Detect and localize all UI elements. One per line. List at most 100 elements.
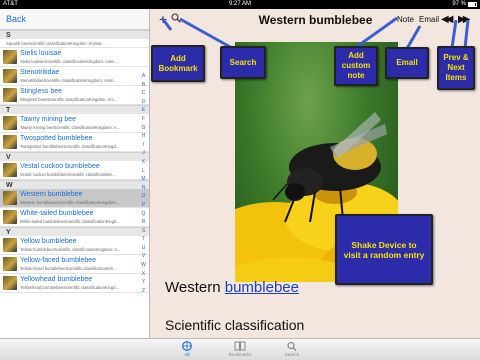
list-item[interactable]: Twospotted bumblebee Twospotted bumblebee… <box>0 133 149 152</box>
list-item-title: Western bumblebee <box>20 191 83 198</box>
list-item-title: Stenotritidae <box>20 69 60 76</box>
entry-thumbnail <box>3 50 17 64</box>
callout-shake-device: Shake Device to visit a random entry <box>335 214 433 285</box>
battery-percent: 97 % <box>452 1 466 7</box>
entry-thumbnail <box>3 163 17 177</box>
index-letter[interactable]: W <box>139 261 148 270</box>
list-item-title: Yellow-faced bumblebee <box>20 257 97 264</box>
list-header: Back <box>0 9 149 30</box>
list-item-title: Vestal cuckoo bumblebee <box>20 163 100 170</box>
tab-bar: All Bookmarks Search <box>0 338 480 360</box>
list-item-title: Tawny mining bee <box>20 116 77 123</box>
tab-all-label: All <box>184 352 190 357</box>
list-item-subtitle: White-tailed bumblebeeScientific classif… <box>20 219 120 224</box>
index-letter[interactable]: V <box>139 252 148 261</box>
list-item-subtitle: Yellowhead bumblebeeScientific classific… <box>20 285 120 290</box>
index-letter[interactable]: Y <box>139 278 148 287</box>
list-item[interactable]: White-tailed bumblebee White-tailed bumbl… <box>0 208 149 227</box>
entry-thumbnail <box>3 88 17 102</box>
index-letter[interactable]: Q <box>139 210 148 219</box>
list-item-title: Yellowhead bumblebee <box>20 276 93 283</box>
bumblebee-link[interactable]: bumblebee <box>225 279 299 296</box>
list-item-subtitle: Vestal cuckoo bumblebeeScientific classi… <box>20 172 116 177</box>
section-header: Y <box>0 227 149 236</box>
status-bar: AT&T 9:27 AM 97 % <box>0 0 480 9</box>
list-item[interactable]: Vestal cuckoo bumblebee Vestal cuckoo bum… <box>0 161 149 180</box>
list-item-title: Twospotted bumblebee <box>20 135 93 142</box>
index-letter[interactable]: E <box>139 106 148 115</box>
index-letter[interactable]: N <box>139 184 148 193</box>
index-letter[interactable]: S <box>139 227 148 236</box>
tab-all[interactable]: All <box>167 341 207 357</box>
entry-list[interactable]: S Squash beeScientific classificationKing… <box>0 30 149 293</box>
callout-add-note: Add custom note <box>334 46 378 86</box>
index-letter[interactable]: K <box>139 158 148 167</box>
entry-thumbnail <box>3 135 17 149</box>
list-item[interactable]: Yellow-faced bumblebee Yellow-faced bumbl… <box>0 255 149 274</box>
list-item[interactable]: Stelis louisae Stelis louisaeScientific c… <box>0 48 149 67</box>
index-letter[interactable]: M <box>139 175 148 184</box>
index-letter[interactable]: G <box>139 124 148 133</box>
alphabet-index[interactable]: ABCDEFGHIJKLMNOPQRSTUVWXYZ <box>139 72 148 295</box>
list-item-subtitle: Yellow-faced bumblebeeScientific classif… <box>20 266 117 271</box>
list-item-subtitle: Stingless beesScientific classificationK… <box>20 97 118 102</box>
list-item[interactable]: Yellow bumblebee Yellow bumblebeeScientif… <box>0 236 149 255</box>
article-title-text: Western <box>165 279 221 296</box>
entry-thumbnail <box>3 276 17 290</box>
callout-email: Email <box>385 47 429 79</box>
note-button[interactable]: Note <box>397 15 414 24</box>
index-letter[interactable]: X <box>139 270 148 279</box>
list-item[interactable]: Stenotritidae StenotritidaeScientific cla… <box>0 67 149 86</box>
index-letter[interactable]: O <box>139 192 148 201</box>
section-header: S <box>0 30 149 39</box>
list-item-subtitle: Twospotted bumblebeeScientific classific… <box>20 144 120 149</box>
next-item-button[interactable]: ▶▶ <box>458 14 471 25</box>
index-letter[interactable]: D <box>139 98 148 107</box>
list-item[interactable]: Western bumblebee Western bumblebeeScient… <box>0 189 149 208</box>
list-item[interactable]: Stingless bee Stingless beesScientific cl… <box>0 86 149 105</box>
back-button[interactable]: Back <box>6 14 26 24</box>
entry-thumbnail <box>3 191 17 205</box>
index-letter[interactable]: C <box>139 89 148 98</box>
tab-bookmarks[interactable]: Bookmarks <box>220 341 260 357</box>
section-header: T <box>0 105 149 114</box>
index-letter[interactable]: B <box>139 81 148 90</box>
list-item[interactable]: Tawny mining bee Tawny mining beeScientif… <box>0 114 149 133</box>
entry-thumbnail <box>3 210 17 224</box>
list-item-subtitle: Squash beeScientific classificationKingd… <box>6 41 105 46</box>
list-item-subtitle: StenotritidaeScientific classificationKi… <box>20 78 117 83</box>
index-letter[interactable]: P <box>139 201 148 210</box>
index-letter[interactable]: R <box>139 218 148 227</box>
index-letter[interactable]: T <box>139 235 148 244</box>
list-item-subtitle: Stelis louisaeScientific classificationK… <box>20 59 118 64</box>
callout-prev-next: Prev & Next Items <box>437 46 475 90</box>
entry-list-panel: Back S Squash beeScientific classificatio… <box>0 9 150 338</box>
tab-search[interactable]: Search <box>272 341 312 357</box>
list-item[interactable]: Yellowhead bumblebee Yellowhead bumblebee… <box>0 274 149 293</box>
index-letter[interactable]: Z <box>139 287 148 296</box>
list-item-title: White-tailed bumblebee <box>20 210 94 217</box>
list-item-subtitle: Western bumblebeeScientific classificati… <box>20 200 121 205</box>
entry-thumbnail <box>3 116 17 130</box>
index-letter[interactable]: L <box>139 167 148 176</box>
callout-search: Search <box>220 46 266 79</box>
prev-item-button[interactable]: ◀◀ <box>441 14 454 25</box>
index-letter[interactable]: U <box>139 244 148 253</box>
section-header: W <box>0 180 149 189</box>
detail-toolbar: + Western bumblebee Note Email ◀◀ ▶▶ <box>151 9 480 30</box>
list-item-title: Stelis louisae <box>20 50 62 57</box>
entry-thumbnail <box>3 69 17 83</box>
index-letter[interactable]: F <box>139 115 148 124</box>
tab-bookmarks-label: Bookmarks <box>228 352 252 357</box>
entry-thumbnail <box>3 257 17 271</box>
index-letter[interactable]: I <box>139 141 148 150</box>
entry-thumbnail <box>3 238 17 252</box>
index-letter[interactable]: H <box>139 132 148 141</box>
index-letter[interactable]: A <box>139 72 148 81</box>
list-item-title: Yellow bumblebee <box>20 238 77 245</box>
email-button[interactable]: Email <box>419 15 439 24</box>
index-letter[interactable]: J <box>139 149 148 158</box>
list-item[interactable]: Squash beeScientific classificationKingd… <box>0 39 149 48</box>
list-item-title: Stingless bee <box>20 88 63 95</box>
tab-search-label: Search <box>284 352 300 357</box>
